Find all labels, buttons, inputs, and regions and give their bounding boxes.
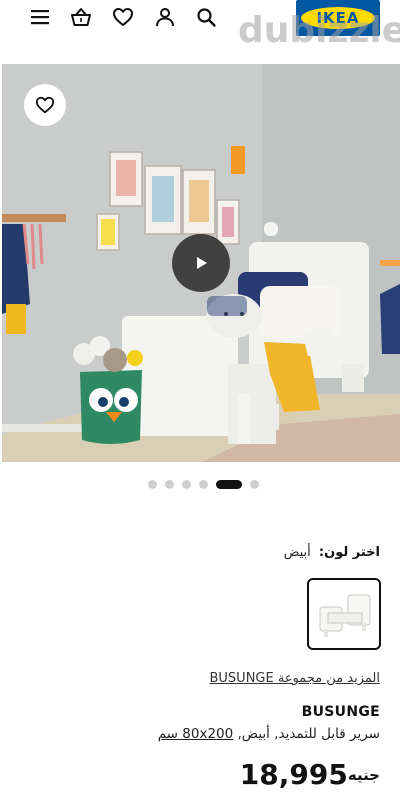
gallery-dot[interactable] <box>199 479 208 489</box>
gallery-dot[interactable] <box>165 479 174 489</box>
gallery-pagination <box>148 479 259 489</box>
favorite-button[interactable] <box>24 84 66 126</box>
play-icon <box>197 257 207 269</box>
basket-icon[interactable] <box>70 6 92 28</box>
color-label: اختر لون: <box>318 545 380 560</box>
gallery-dot[interactable] <box>250 479 259 489</box>
product-price: جنيه 18,995 <box>240 758 380 791</box>
price-currency: جنيه <box>347 766 380 784</box>
gallery-dot[interactable] <box>182 479 191 489</box>
color-value: أبيض <box>283 545 311 560</box>
more-from-series-link[interactable]: المزيد من مجموعة BUSUNGE <box>210 671 381 686</box>
search-icon[interactable] <box>195 6 217 28</box>
watermark-text: dubizzle <box>238 10 400 51</box>
menu-icon[interactable] <box>29 6 51 28</box>
description-dimensions[interactable]: 80x200 سم <box>158 726 234 742</box>
color-chooser: اختر لون: أبيض <box>284 545 380 560</box>
price-value: 18,995 <box>239 758 348 791</box>
user-icon[interactable] <box>154 6 176 28</box>
product-image-gallery[interactable] <box>2 64 400 462</box>
heart-icon[interactable] <box>112 6 134 28</box>
bed-thumbnail <box>319 594 371 637</box>
gallery-dot-active[interactable] <box>216 479 242 489</box>
color-swatch-white[interactable] <box>307 578 381 650</box>
product-name: BUSUNGE <box>301 704 380 720</box>
description-main: سرير قابل للتمديد, أبيض, <box>233 726 381 742</box>
play-video-button[interactable] <box>172 234 230 292</box>
heart-outline-icon <box>35 96 55 114</box>
top-header: IKEA dubizzle <box>0 0 400 56</box>
product-description: سرير قابل للتمديد, أبيض, 80x200 سم <box>158 726 380 742</box>
gallery-dot[interactable] <box>148 479 157 489</box>
